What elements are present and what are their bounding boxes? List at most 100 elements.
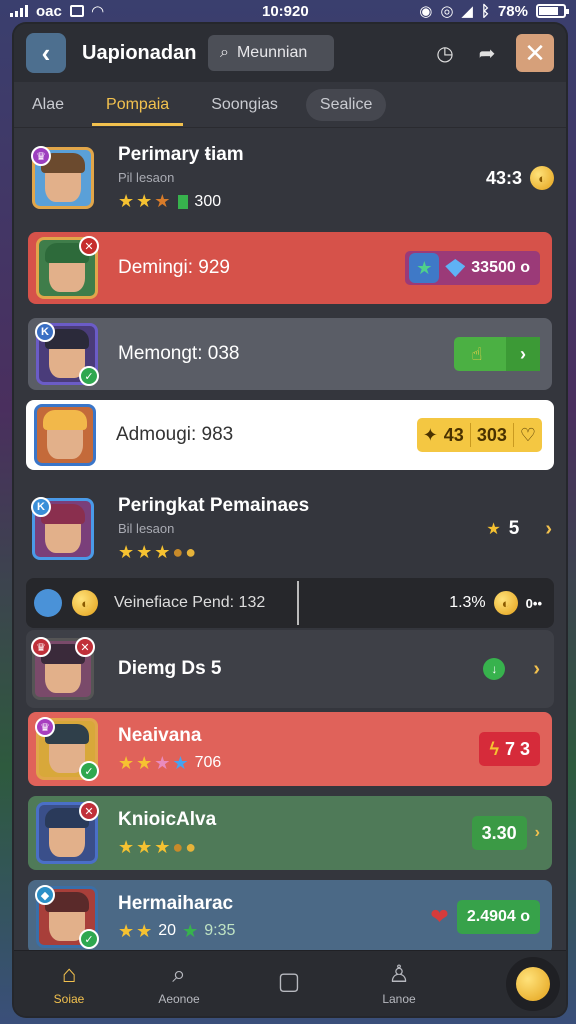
nav-cards[interactable]: ▢ [234, 967, 344, 999]
status-bar: oac ◠ 10:920 ◉ ◎ ◢ ᛒ 78% [0, 0, 576, 22]
coin-icon: ◐ [72, 590, 98, 616]
list-item[interactable]: K Peringkat Pemainaes Bil lesaon ★ ★ ★ ● ● … [14, 484, 566, 574]
tab-alae[interactable]: Alae [28, 84, 68, 126]
rank-badge: K [35, 322, 55, 342]
player-time: 9:35 [204, 922, 236, 939]
list-item[interactable]: K ✓ Memongt: 038 ☝ › [28, 318, 552, 390]
nav-profile-label: Lanoe [382, 991, 416, 1006]
header-bar: ‹ Uapionadan ⌕ Meunnian ◷ ➦ ✕ [14, 24, 566, 82]
share-icon[interactable]: ➦ [474, 40, 500, 66]
list-item[interactable]: ✕ KnioicAlva ★ ★ ★ ● ● 3.30 › [28, 796, 552, 870]
wifi-icon: ◠ [91, 3, 104, 20]
avatar: ✕ [36, 236, 99, 299]
search-icon: ⌕ [220, 44, 229, 61]
player-score: 300 [194, 192, 222, 210]
timer-icon[interactable]: ◷ [432, 40, 458, 66]
rating-stars: ★ ★ ★ ★ 706 [118, 752, 222, 773]
back-button[interactable]: ‹ [26, 33, 66, 73]
player-name: KnioicAlva [118, 808, 217, 830]
avatar: K ✓ [35, 322, 99, 386]
player-name: Perimary ŧiam [118, 144, 244, 165]
avatar: ♛ [31, 146, 94, 209]
list-item[interactable]: ♛ ✓ Neaivana ★ ★ ★ ★ 706 ϟ 7 3 [28, 712, 552, 786]
chat-button[interactable] [506, 957, 560, 1011]
avatar: ♛ ✕ [31, 637, 95, 700]
action-button[interactable]: ☝ › [454, 337, 540, 371]
player-name: Hermaiharac [118, 892, 234, 914]
chevron-right-icon: › [545, 517, 552, 540]
gem-value: 33500 o [471, 259, 530, 276]
signal-strength-icon: ◢ [461, 3, 473, 20]
summary-tail: 0•• [525, 595, 542, 611]
tab-soongias[interactable]: Soongias [207, 84, 282, 126]
search-input[interactable]: ⌕ Meunnian [208, 35, 334, 71]
signal-icon [10, 5, 28, 17]
score-value: 2.4904 o [466, 908, 530, 925]
score-box: 2.4904 o [456, 900, 540, 934]
avatar: ◆ ✓ [35, 885, 99, 949]
nav-home[interactable]: ⌂ Soiae [14, 961, 124, 1006]
back-arrow-icon: ‹ [41, 37, 51, 68]
rank-badge: ✕ [79, 236, 99, 256]
rank-badge: ♛ [31, 637, 51, 657]
list-item[interactable]: ◆ ✓ Hermaiharac ★ ★ 20 ★ 9:35 ❤ 2.4904 o [28, 880, 552, 954]
bottom-nav: ⌂ Soiae ⌕ Aeonoe ▢ ♙ Lanoe [14, 950, 566, 1016]
chevron-right-icon: › [506, 337, 540, 371]
player-score: 706 [194, 754, 222, 771]
thumbs-up-icon: ☝ [471, 343, 483, 364]
coin-icon: ◐ [530, 166, 554, 190]
avatar: ♛ ✓ [35, 717, 99, 781]
rating-stars: ★ ★ ★ ● ● [118, 836, 197, 857]
clock: 10:920 [262, 2, 309, 20]
coin-icon: ◐ [493, 591, 518, 615]
rank-badge: K [31, 497, 51, 517]
status-badge: ✓ [79, 761, 99, 781]
right-value: 5 [508, 518, 520, 539]
summary-bar[interactable]: ◐ Veinefiace Pend: 132 1.3% ◐ 0•• [26, 578, 554, 628]
battery-icon [536, 4, 569, 18]
player-score: 20 [158, 922, 177, 939]
nav-search[interactable]: ⌕ Aeonoe [124, 960, 234, 1006]
tab-pompaia[interactable]: Pompaia [92, 84, 184, 126]
coin-icon: ● [185, 542, 197, 562]
gift-icon: ❤ [430, 904, 449, 929]
card-icon: ▢ [277, 967, 301, 995]
bluetooth-icon: ᛒ [480, 2, 490, 20]
summary-percent: 1.3% [449, 594, 486, 611]
status-badge: ✓ [79, 929, 99, 949]
chevron-right-icon: › [534, 824, 540, 841]
coin-icon: ● [185, 836, 197, 857]
player-name: Peringkat Pemainaes [118, 495, 310, 516]
reward-counter: ✦ 43 303 ♡ [416, 418, 542, 452]
bolt-icon: ϟ [489, 738, 499, 759]
list-item[interactable]: ♛ Perimary ŧiam Pil lesaon ★ ★ ★ 300 43:3 … [14, 138, 566, 218]
player-name: Diemg Ds 5 [118, 658, 222, 679]
list-item[interactable]: ♛ ✕ Diemg Ds 5 ↓ › [26, 630, 554, 708]
search-icon: ⌕ [172, 960, 186, 988]
search-placeholder: Meunnian [236, 44, 308, 61]
player-name: Admougi: 983 [116, 424, 234, 445]
reward-value-b: 303 [476, 424, 507, 445]
coin-icon: ● [172, 542, 184, 562]
avatar: ✕ [36, 801, 99, 864]
rank-badge: ✕ [79, 801, 99, 821]
score-value: 3.30 [481, 822, 517, 843]
tab-sealice[interactable]: Sealice [305, 88, 387, 121]
gem-counter: ★ 33500 o [405, 251, 540, 285]
gem-icon [445, 259, 466, 277]
player-name: Neaivana [118, 724, 202, 746]
cash-icon [178, 194, 189, 209]
player-subtitle: Pil lesaon [118, 170, 175, 185]
avatar: K [31, 497, 94, 560]
battery-percent: 78% [497, 2, 528, 20]
nav-profile[interactable]: ♙ Lanoe [344, 961, 454, 1006]
alarm-icon: ◎ [440, 3, 454, 20]
list-item[interactable]: ✕ Demingi: 929 ★ 33500 o [28, 232, 552, 304]
location-icon: ◉ [419, 3, 433, 20]
list-item[interactable]: Admougi: 983 ✦ 43 303 ♡ [26, 400, 554, 470]
close-button[interactable]: ✕ [516, 34, 554, 72]
bolt-icon: ✦ [422, 424, 438, 445]
summary-label: Veinefiace Pend: 132 [114, 594, 266, 611]
coin-icon: ● [172, 836, 184, 857]
nav-search-label: Aeonoe [158, 991, 200, 1006]
